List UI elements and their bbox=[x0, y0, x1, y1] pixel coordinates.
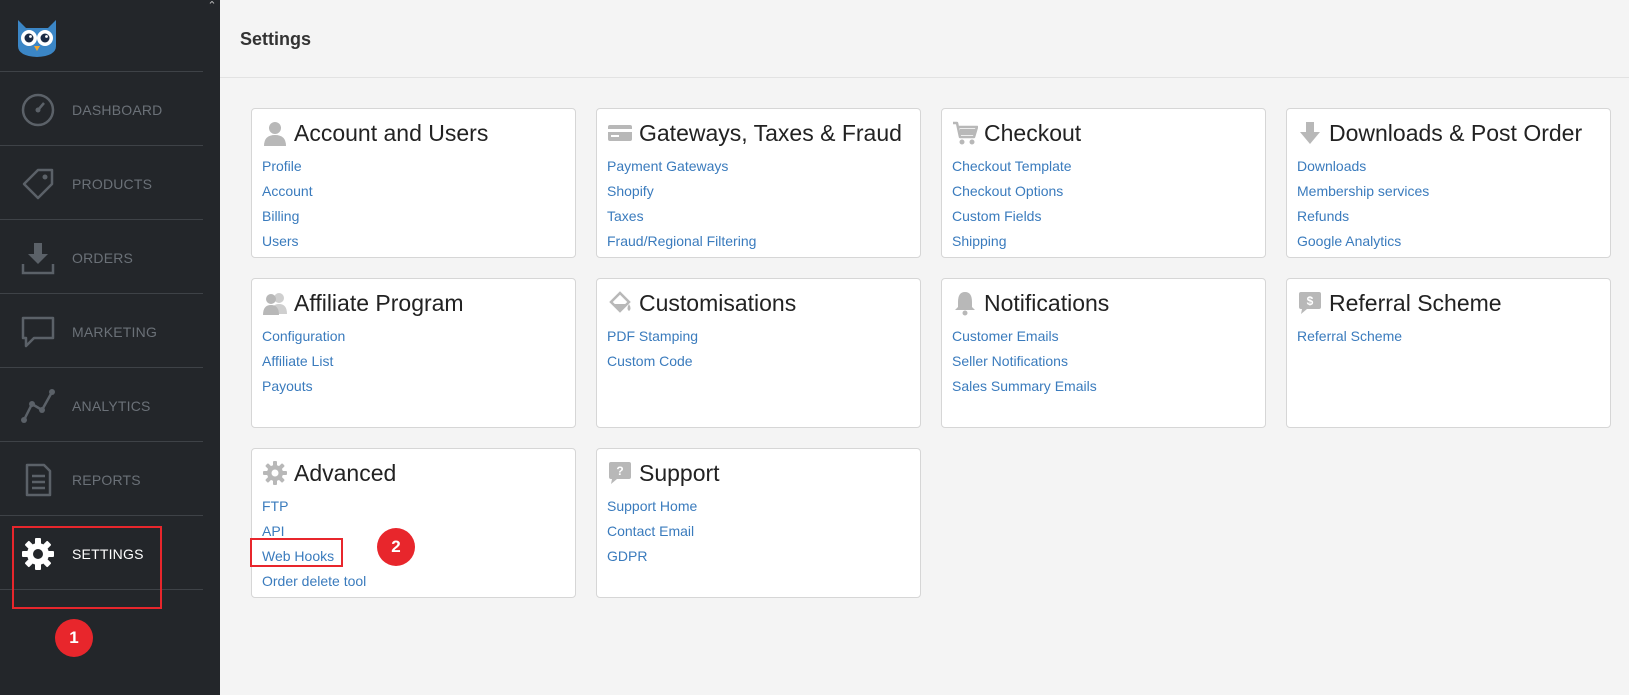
card-title: Gateways, Taxes & Fraud bbox=[639, 119, 902, 146]
card-downloads-post-order: Downloads & Post Order Downloads Members… bbox=[1286, 108, 1611, 258]
link-billing[interactable]: Billing bbox=[262, 208, 313, 233]
link-pdf-stamping[interactable]: PDF Stamping bbox=[607, 328, 698, 353]
link-contact-email[interactable]: Contact Email bbox=[607, 523, 697, 548]
speech-bubble-icon bbox=[21, 316, 55, 348]
svg-text:$: $ bbox=[1307, 294, 1314, 308]
tag-icon bbox=[22, 168, 54, 200]
link-custom-code[interactable]: Custom Code bbox=[607, 353, 698, 378]
link-gdpr[interactable]: GDPR bbox=[607, 548, 697, 573]
link-checkout-options[interactable]: Checkout Options bbox=[952, 183, 1072, 208]
cog-icon bbox=[263, 461, 287, 485]
card-title: Customisations bbox=[639, 289, 797, 316]
link-support-home[interactable]: Support Home bbox=[607, 498, 697, 523]
user-icon bbox=[264, 122, 286, 146]
link-google-analytics[interactable]: Google Analytics bbox=[1297, 233, 1429, 258]
card-title: Affiliate Program bbox=[294, 289, 464, 316]
nav-dashboard-label: DASHBOARD bbox=[72, 102, 163, 118]
card-account-and-users: Account and Users Profile Account Billin… bbox=[251, 108, 576, 258]
nav-dashboard[interactable]: DASHBOARD bbox=[0, 72, 203, 148]
link-shipping[interactable]: Shipping bbox=[952, 233, 1072, 258]
card-notifications: Notifications Customer Emails Seller Not… bbox=[941, 278, 1266, 428]
link-sales-summary-emails[interactable]: Sales Summary Emails bbox=[952, 378, 1097, 403]
svg-text:?: ? bbox=[616, 464, 623, 478]
card-checkout: Checkout Checkout Template Checkout Opti… bbox=[941, 108, 1266, 258]
download-tray-icon bbox=[21, 243, 55, 275]
link-referral-scheme[interactable]: Referral Scheme bbox=[1297, 328, 1402, 353]
link-downloads[interactable]: Downloads bbox=[1297, 158, 1429, 183]
link-refunds[interactable]: Refunds bbox=[1297, 208, 1429, 233]
bell-icon bbox=[955, 292, 975, 316]
nav-marketing-label: MARKETING bbox=[72, 324, 158, 340]
link-affiliate-list[interactable]: Affiliate List bbox=[262, 353, 345, 378]
card-title: Notifications bbox=[984, 289, 1110, 316]
link-order-delete-tool[interactable]: Order delete tool bbox=[262, 573, 366, 598]
nav-orders-label: ORDERS bbox=[72, 250, 134, 266]
link-seller-notifications[interactable]: Seller Notifications bbox=[952, 353, 1097, 378]
card-title: Downloads & Post Order bbox=[1329, 119, 1583, 146]
download-arrow-icon bbox=[1300, 122, 1320, 144]
dollar-bubble-icon: $ bbox=[1299, 292, 1321, 314]
nav-marketing[interactable]: MARKETING bbox=[0, 294, 203, 370]
link-users[interactable]: Users bbox=[262, 233, 313, 258]
link-custom-fields[interactable]: Custom Fields bbox=[952, 208, 1072, 233]
line-graph-icon bbox=[21, 389, 55, 423]
collapse-chevron-icon[interactable]: ⌃ bbox=[206, 0, 218, 12]
nav-orders[interactable]: ORDERS bbox=[0, 220, 203, 296]
card-referral-scheme: $ Referral Scheme Referral Scheme bbox=[1286, 278, 1611, 428]
card-title: Support bbox=[639, 459, 720, 486]
link-taxes[interactable]: Taxes bbox=[607, 208, 756, 233]
nav-products-label: PRODUCTS bbox=[72, 176, 153, 192]
web-hooks-highlight-box bbox=[250, 538, 343, 567]
step-marker-2: 2 bbox=[377, 528, 415, 566]
link-profile[interactable]: Profile bbox=[262, 158, 313, 183]
owl-logo[interactable] bbox=[14, 16, 60, 58]
page-title: Settings bbox=[240, 29, 312, 49]
link-payouts[interactable]: Payouts bbox=[262, 378, 345, 403]
shopping-cart-icon bbox=[953, 121, 978, 145]
page-header: Settings bbox=[220, 0, 1629, 78]
credit-card-icon bbox=[608, 125, 632, 141]
link-customer-emails[interactable]: Customer Emails bbox=[952, 328, 1097, 353]
card-advanced: Advanced FTP API Web Hooks Order delete … bbox=[251, 448, 576, 598]
link-account[interactable]: Account bbox=[262, 183, 313, 208]
link-payment-gateways[interactable]: Payment Gateways bbox=[607, 158, 756, 183]
card-title: Checkout bbox=[984, 119, 1082, 146]
question-icon: ? bbox=[609, 462, 631, 484]
nav-analytics-label: ANALYTICS bbox=[72, 398, 151, 414]
document-icon bbox=[25, 463, 52, 497]
nav-reports-label: REPORTS bbox=[72, 472, 141, 488]
nav-analytics[interactable]: ANALYTICS bbox=[0, 368, 203, 444]
card-gateways-taxes-fraud: Gateways, Taxes & Fraud Payment Gateways… bbox=[596, 108, 921, 258]
card-customisations: Customisations PDF Stamping Custom Code bbox=[596, 278, 921, 428]
card-title: Referral Scheme bbox=[1329, 289, 1502, 316]
link-fraud-regional-filtering[interactable]: Fraud/Regional Filtering bbox=[607, 233, 756, 258]
paint-bucket-icon bbox=[609, 291, 631, 313]
card-title: Account and Users bbox=[294, 119, 489, 146]
link-shopify[interactable]: Shopify bbox=[607, 183, 756, 208]
dashboard-gauge-icon bbox=[21, 93, 55, 127]
nav-products[interactable]: PRODUCTS bbox=[0, 146, 203, 222]
link-ftp[interactable]: FTP bbox=[262, 498, 366, 523]
link-checkout-template[interactable]: Checkout Template bbox=[952, 158, 1072, 183]
card-title: Advanced bbox=[294, 459, 397, 486]
card-affiliate-program: Affiliate Program Configuration Affiliat… bbox=[251, 278, 576, 428]
nav-reports[interactable]: REPORTS bbox=[0, 442, 203, 518]
link-membership-services[interactable]: Membership services bbox=[1297, 183, 1429, 208]
step-marker-1: 1 bbox=[55, 619, 93, 657]
settings-highlight-box bbox=[12, 526, 162, 609]
card-support: ? Support Support Home Contact Email GDP… bbox=[596, 448, 921, 598]
link-configuration[interactable]: Configuration bbox=[262, 328, 345, 353]
users-icon bbox=[263, 293, 287, 315]
